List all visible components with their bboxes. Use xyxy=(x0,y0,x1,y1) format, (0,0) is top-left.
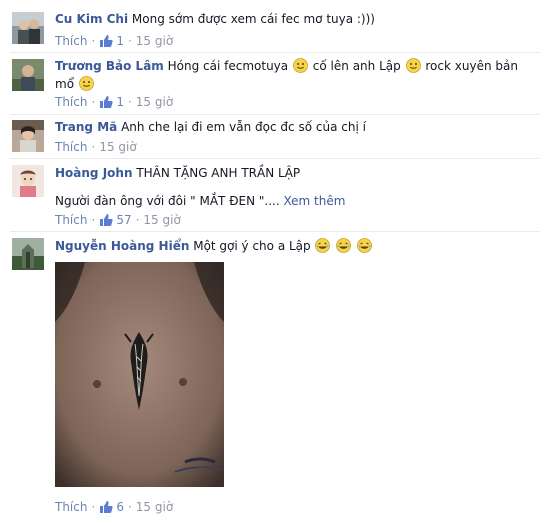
divider xyxy=(10,231,540,232)
avatar[interactable] xyxy=(12,59,44,91)
comment-actions: Thích · 15 giờ xyxy=(55,139,137,155)
like-button[interactable]: Thích xyxy=(55,139,87,155)
laugh-emoji xyxy=(315,238,331,253)
divider xyxy=(10,52,540,53)
comment-body: Trang Mã Anh che lại đi em vẫn đọc đc số… xyxy=(55,118,542,136)
comment-author[interactable]: Trương Bảo Lâm xyxy=(55,59,164,73)
thumbs-up-icon[interactable] xyxy=(99,213,113,227)
like-button[interactable]: Thích xyxy=(55,499,87,515)
smile-emoji xyxy=(293,58,308,73)
like-button[interactable]: Thích xyxy=(55,212,87,228)
like-count[interactable]: 1 xyxy=(116,94,124,110)
timestamp[interactable]: 15 giờ xyxy=(136,94,173,110)
comment-body: Cu Kim Chi Mong sớm được xem cái fec mơ … xyxy=(55,10,542,28)
comment-text: THÂN TẶNG ANH TRẦN LẬP xyxy=(136,166,301,180)
comment-actions: Thích · 6 · 15 giờ xyxy=(55,499,173,515)
comment-author[interactable]: Nguyễn Hoàng Hiển xyxy=(55,239,189,253)
comment-text: Người đàn ông với đôi " MẮT ĐEN ".... xyxy=(55,194,280,208)
like-count[interactable]: 6 xyxy=(116,499,124,515)
separator: · xyxy=(135,213,140,227)
laugh-emoji xyxy=(357,238,373,253)
comment-text: rock xuyên bản xyxy=(425,59,518,73)
smile-emoji xyxy=(78,76,94,91)
separator: · xyxy=(91,140,96,154)
divider xyxy=(10,114,540,115)
avatar[interactable] xyxy=(12,12,44,44)
timestamp[interactable]: 15 giờ xyxy=(136,499,173,515)
separator: · xyxy=(127,500,132,514)
comment-text: Một gợi ý cho a Lập xyxy=(193,239,311,253)
like-count[interactable]: 57 xyxy=(116,212,131,228)
comment-actions: Thích · 57 · 15 giờ xyxy=(55,212,181,228)
separator: · xyxy=(127,34,132,48)
laugh-emoji xyxy=(336,238,352,253)
comment-text: Anh che lại đi em vẫn đọc đc số của chị … xyxy=(121,120,366,134)
thumbs-up-icon[interactable] xyxy=(99,95,113,109)
comment-body-line2: Người đàn ông với đôi " MẮT ĐEN ".... Xe… xyxy=(55,192,542,210)
comment-text: Hóng cái fecmotuya xyxy=(167,59,289,73)
avatar[interactable] xyxy=(12,165,44,197)
separator: · xyxy=(91,500,96,514)
timestamp[interactable]: 15 giờ xyxy=(136,33,173,49)
comment-body: Trương Bảo Lâm Hóng cái fecmotuya cố lên… xyxy=(55,57,542,75)
thumbs-up-icon[interactable] xyxy=(99,500,113,514)
thumbs-up-icon[interactable] xyxy=(99,34,113,48)
comment-body: Hoàng John THÂN TẶNG ANH TRẦN LẬP xyxy=(55,164,542,182)
comment-actions: Thích · 1 · 15 giờ xyxy=(55,33,173,49)
avatar[interactable] xyxy=(12,238,44,270)
smile-emoji xyxy=(405,58,421,73)
avatar[interactable] xyxy=(12,120,44,152)
like-count[interactable]: 1 xyxy=(116,33,124,49)
see-more-link[interactable]: Xem thêm xyxy=(283,194,345,208)
separator: · xyxy=(91,95,96,109)
separator: · xyxy=(127,95,132,109)
comment-body: Nguyễn Hoàng Hiển Một gợi ý cho a Lập xyxy=(55,237,542,255)
divider xyxy=(10,158,540,159)
comment-author[interactable]: Hoàng John xyxy=(55,166,133,180)
comment-author[interactable]: Cu Kim Chi xyxy=(55,12,128,26)
timestamp[interactable]: 15 giờ xyxy=(99,139,136,155)
comment-body-line2: mổ xyxy=(55,75,542,93)
comment-photo[interactable] xyxy=(55,262,224,487)
like-button[interactable]: Thích xyxy=(55,94,87,110)
timestamp[interactable]: 15 giờ xyxy=(143,212,180,228)
separator: · xyxy=(91,34,96,48)
comment-text: Mong sớm được xem cái fec mơ tuya :))) xyxy=(131,12,375,26)
separator: · xyxy=(91,213,96,227)
comment-author[interactable]: Trang Mã xyxy=(55,120,117,134)
comment-text: cố lên anh Lập xyxy=(312,59,401,73)
comment-text: mổ xyxy=(55,77,75,91)
comment-actions: Thích · 1 · 15 giờ xyxy=(55,94,173,110)
like-button[interactable]: Thích xyxy=(55,33,87,49)
